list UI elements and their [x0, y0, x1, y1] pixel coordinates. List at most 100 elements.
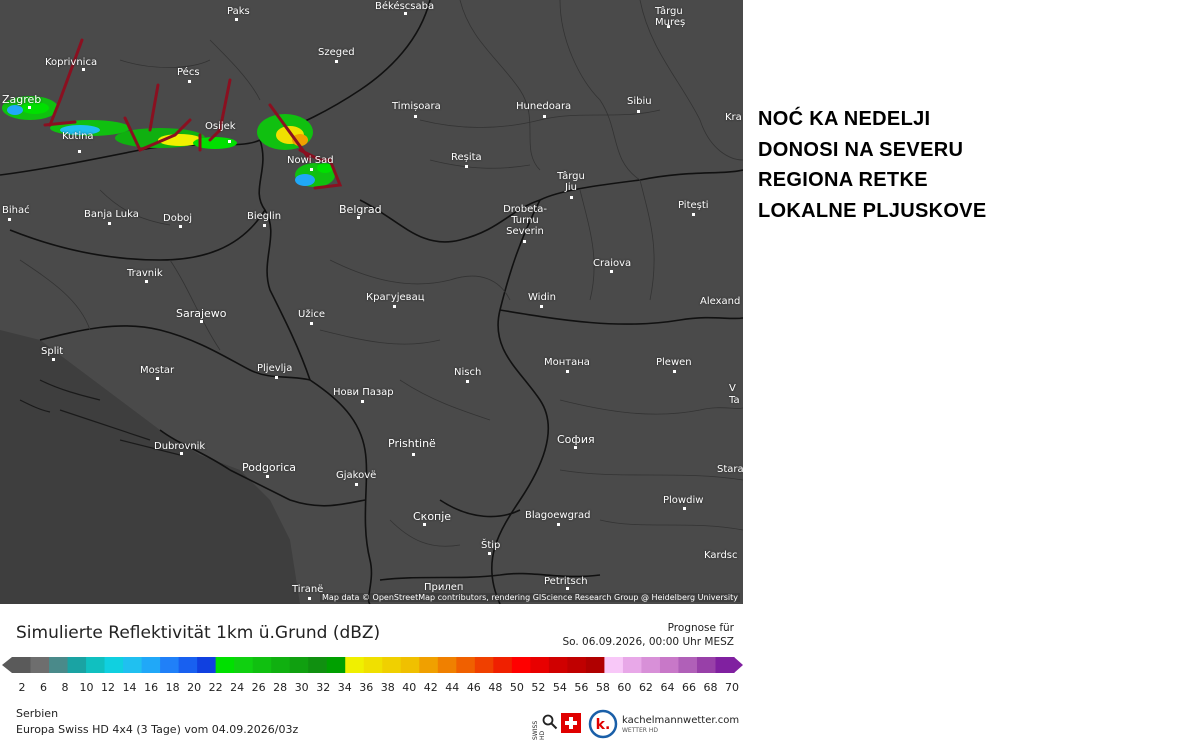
city-label: Dubrovnik: [154, 441, 206, 452]
scale-tick-label: 20: [187, 681, 202, 694]
scale-tick-label: 50: [509, 681, 524, 694]
color-scale-segment: [123, 657, 143, 673]
brand-subtitle: WETTER HD: [622, 727, 658, 734]
brand-logo: SWISS HD k. kachelmannwetter.com WETTER …: [530, 708, 740, 740]
legend-title: Simulierte Reflektivität 1km ü.Grund (dB…: [16, 623, 381, 643]
city-label: Nowi Sad: [287, 155, 334, 166]
scale-tick-label: 16: [144, 681, 159, 694]
color-scale-segment: [141, 657, 161, 673]
color-scale-segment: [419, 657, 439, 673]
scale-tick-label: 46: [466, 681, 481, 694]
color-scale-segment: [659, 657, 679, 673]
color-scale-segment: [363, 657, 383, 673]
scale-tick-label: 28: [273, 681, 288, 694]
color-scale-segment: [308, 657, 328, 673]
city-label: Békéscsaba: [375, 1, 435, 12]
city-label: Kra: [725, 112, 742, 123]
scale-tick-label: 10: [79, 681, 94, 694]
color-scale-segment: [252, 657, 272, 673]
city-label: Banja Luka: [84, 209, 139, 220]
color-scale-segment: [585, 657, 605, 673]
scale-tick-label: 42: [423, 681, 438, 694]
svg-text:k.: k.: [596, 717, 611, 733]
city-label: Doboj: [163, 213, 193, 224]
city-label: Plowdiw: [663, 495, 704, 506]
color-scale-segment: [530, 657, 550, 673]
brand-name: kachelmannwetter.com: [622, 715, 740, 726]
scale-tick-label: 34: [337, 681, 352, 694]
forecast-caption: NOĆ KA NEDELJI DONOSI NA SEVERU REGIONA …: [758, 104, 1158, 226]
kachelmann-logo-icon: k.: [588, 709, 618, 739]
scale-tick-label: 26: [251, 681, 266, 694]
scale-tick-label: 22: [208, 681, 223, 694]
city-label: Hunedoara: [516, 101, 572, 112]
color-scale-segment: [493, 657, 513, 673]
city-label: Craiova: [593, 258, 632, 269]
scale-tick-label: 48: [488, 681, 503, 694]
scale-tick-label: 36: [359, 681, 374, 694]
city-label: Скопје: [413, 510, 452, 523]
city-label: Pécs: [177, 67, 200, 78]
color-scale-segment: [104, 657, 124, 673]
scale-tick-label: 70: [725, 681, 739, 694]
scale-tick-label: 52: [531, 681, 546, 694]
city-label: Sibiu: [627, 96, 652, 107]
color-scale-segment: [437, 657, 457, 673]
color-scale-segment: [696, 657, 716, 673]
scale-tick-label: 66: [681, 681, 696, 694]
caption-line: DONOSI NA SEVERU: [758, 138, 964, 161]
color-scale-segment: [456, 657, 476, 673]
city-label: Widin: [528, 292, 556, 303]
color-scale-segment: [511, 657, 531, 673]
city-label: Kardsc: [704, 550, 738, 561]
city-label: Štip: [481, 540, 501, 551]
scale-tick-label: 32: [316, 681, 331, 694]
caption-line: REGIONA RETKE: [758, 169, 928, 191]
forecast-time: So. 06.09.2026, 00:00 Uhr MESZ: [562, 636, 734, 648]
scale-tick-label: 14: [122, 681, 137, 694]
city-label: Zagreb: [2, 93, 42, 106]
color-scale-segment: [326, 657, 346, 673]
color-scale-segment: [678, 657, 698, 673]
city-label: Belgrad: [339, 203, 382, 216]
color-scale-segment: [715, 657, 735, 673]
scale-left-arrow: [2, 657, 12, 673]
city-label: Prishtinë: [388, 437, 436, 450]
city-label: София: [557, 433, 595, 446]
city-label: Крагујевац: [366, 292, 425, 303]
scale-tick-label: 58: [595, 681, 610, 694]
scale-tick-label: 68: [703, 681, 718, 694]
caption-line: NOĆ KA NEDELJI: [758, 108, 931, 130]
radar-echoes: [2, 96, 335, 187]
scale-tick-label: 44: [445, 681, 460, 694]
city-label: Travnik: [127, 268, 163, 279]
scale-tick-label: 40: [402, 681, 417, 694]
color-scale-segment: [215, 657, 235, 673]
swiss-flag-icon: [561, 713, 581, 733]
city-label: Kutina: [62, 131, 94, 142]
weather-map: Paks Békéscsaba Târgu Mureș Koprivnica S…: [0, 0, 743, 604]
city-label: V Ta: [729, 383, 740, 406]
color-scale-segment: [474, 657, 494, 673]
city-label: Bieglin: [247, 211, 282, 222]
city-label: Târgu Mureș: [655, 6, 686, 28]
scale-tick-label: 18: [165, 681, 180, 694]
color-scale-bar: [2, 657, 743, 673]
color-scale-segment: [567, 657, 587, 673]
scale-tick-label: 2: [18, 681, 26, 694]
color-scale-segment: [382, 657, 402, 673]
city-label: Mostar: [140, 365, 175, 376]
city-label: Paks: [227, 6, 250, 17]
color-scale-segment: [641, 657, 661, 673]
color-scale-segment: [86, 657, 106, 673]
city-label: Petritsch: [544, 576, 588, 587]
map-attribution: Map data © OpenStreetMap contributors, r…: [320, 593, 740, 602]
city-label: Прилеп: [424, 582, 464, 593]
scale-tick-label: 62: [638, 681, 653, 694]
scale-right-arrow: [734, 657, 743, 673]
scale-tick-label: 60: [617, 681, 632, 694]
city-label: Blagoewgrad: [525, 510, 591, 521]
color-scale-segment: [12, 657, 32, 673]
city-label: Szeged: [318, 47, 355, 58]
city-label: Tiranë: [292, 584, 324, 595]
